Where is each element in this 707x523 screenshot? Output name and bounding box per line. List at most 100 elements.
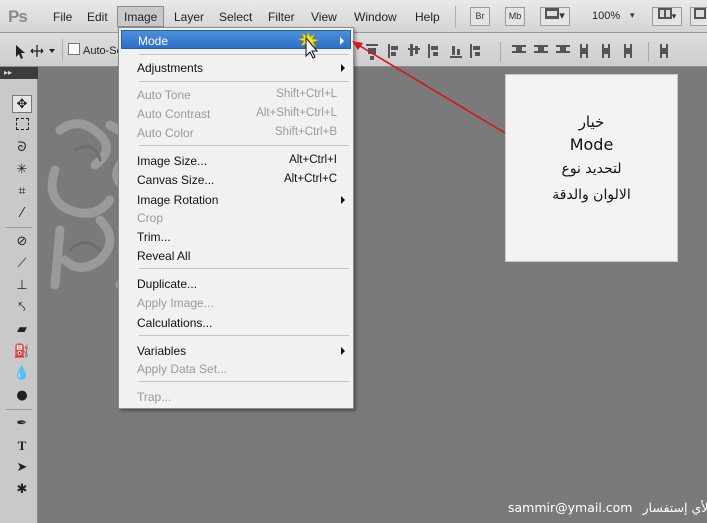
auto-select-checkbox[interactable]: Auto-Se (68, 43, 123, 57)
menu-view[interactable]: View (311, 10, 337, 24)
menu-separator (139, 381, 349, 382)
mouse-cursor-icon (297, 30, 320, 59)
menu-help[interactable]: Help (415, 10, 440, 24)
menu-layer[interactable]: Layer (174, 10, 204, 24)
menu-item-trap: Trap... (121, 387, 351, 406)
dodge-tool[interactable]: ● (12, 387, 32, 405)
custom-shape-tool[interactable]: ✱ (12, 481, 32, 499)
pen-tool[interactable]: ✒ (12, 415, 32, 433)
menu-item-shortcut: Alt+Shift+Ctrl+L (256, 107, 337, 119)
history-brush-icon: ⤣ (18, 300, 26, 315)
lasso-tool[interactable]: ᘐ (12, 139, 32, 157)
callout-line-4: الالوان والدقة (552, 187, 631, 203)
brush-icon: ⟋ (17, 256, 27, 271)
pen-icon: ✒ (16, 416, 28, 431)
move-tool[interactable]: ✥ (12, 95, 32, 113)
menu-item-trim[interactable]: Trim... (121, 227, 351, 246)
menu-item-label: Apply Image... (137, 296, 214, 310)
marquee-tool[interactable] (12, 117, 32, 135)
healing-brush-tool[interactable]: ⊘ (12, 233, 32, 251)
menu-item-label: Duplicate... (137, 277, 198, 291)
menu-item-label: Auto Tone (137, 88, 191, 102)
callout-line-3: لتحديد نوع (561, 161, 622, 177)
eyedropper-tool[interactable]: ⁄ (12, 205, 32, 223)
clone-stamp-tool[interactable]: ⊥ (12, 277, 32, 295)
path-selection-tool[interactable]: ➤ (12, 459, 32, 477)
submenu-arrow-icon (341, 196, 345, 204)
menu-item-canvas-size[interactable]: Canvas Size... Alt+Ctrl+C (121, 170, 351, 189)
shape-icon: ✱ (16, 482, 28, 497)
auto-select-label: Auto-Se (83, 45, 123, 57)
history-brush-tool[interactable]: ⤣ (12, 299, 32, 317)
menu-item-label: Apply Data Set... (137, 362, 228, 376)
menu-item-label: Reveal All (137, 249, 191, 263)
zoom-level[interactable]: 100% (592, 10, 620, 22)
menu-item-duplicate[interactable]: Duplicate... (121, 274, 351, 293)
annotation-callout: خيار Mode لتحديد نوع الالوان والدقة (505, 74, 678, 262)
menu-item-reveal-all[interactable]: Reveal All (121, 246, 351, 265)
contact-email: sammir@ymail.com (508, 500, 633, 515)
menu-edit[interactable]: Edit (87, 10, 108, 24)
menu-item-shortcut: Alt+Ctrl+I (289, 154, 337, 166)
menu-item-calculations[interactable]: Calculations... (121, 313, 351, 332)
eraser-tool[interactable]: ▰ (12, 321, 32, 339)
arrange-icon (657, 8, 672, 19)
menu-item-image-rotation[interactable]: Image Rotation (121, 190, 351, 209)
paint-bucket-tool[interactable]: ⛽ (12, 343, 32, 361)
photoshop-logo: Ps (8, 7, 28, 26)
menu-separator (139, 268, 349, 269)
image-menu-dropdown: Mode Adjustments Auto Tone Shift+Ctrl+L … (118, 27, 354, 409)
screen-mode-icon (694, 8, 706, 19)
tools-panel: ▸▸ ✥ ᘐ ✳ ⌗ ⁄ ⊘ ⟋ ⊥ ⤣ ▰ ⛽ 💧 ● ✒ T ➤ ✱ (0, 67, 38, 523)
menu-separator (139, 81, 349, 82)
tools-separator (6, 227, 32, 228)
zoom-dropdown-icon[interactable]: ▾ (630, 11, 635, 21)
menu-item-variables[interactable]: Variables (121, 341, 351, 360)
path-selection-icon: ➤ (16, 460, 28, 475)
tool-preset-picker[interactable] (8, 41, 58, 61)
blur-drop-icon: 💧 (13, 366, 31, 381)
menu-item-label: Trap... (137, 390, 172, 404)
menu-image[interactable]: Image (117, 6, 165, 27)
lasso-icon: ᘐ (17, 140, 27, 155)
quick-selection-tool[interactable]: ✳ (12, 161, 32, 179)
bridge-button[interactable]: Br (470, 7, 490, 26)
move-icon: ✥ (16, 97, 28, 112)
menu-item-shortcut: Shift+Ctrl+B (275, 126, 337, 138)
menu-item-adjustments[interactable]: Adjustments (121, 58, 351, 77)
arrange-documents-button[interactable]: ▾ (652, 7, 682, 26)
eraser-icon: ▰ (17, 322, 27, 337)
submenu-arrow-icon (341, 64, 345, 72)
menu-item-label: Crop (137, 211, 164, 225)
contact-footer: sammir@ymail.com لأي إستفسار (508, 500, 707, 515)
screen-mode-button[interactable] (690, 7, 707, 26)
move-tool-icon (16, 45, 55, 59)
bucket-icon: ⛽ (13, 344, 31, 359)
menubar-separator (455, 6, 456, 28)
menu-item-auto-tone: Auto Tone Shift+Ctrl+L (121, 85, 351, 104)
tools-panel-header[interactable]: ▸▸ (0, 67, 38, 79)
menu-item-auto-contrast: Auto Contrast Alt+Shift+Ctrl+L (121, 104, 351, 123)
menu-select[interactable]: Select (219, 10, 252, 24)
menu-window[interactable]: Window (354, 10, 397, 24)
menu-file[interactable]: File (53, 10, 72, 24)
menu-filter[interactable]: Filter (268, 10, 295, 24)
menu-item-label: Auto Contrast (137, 107, 211, 121)
type-tool[interactable]: T (12, 437, 32, 455)
menu-item-image-size[interactable]: Image Size... Alt+Ctrl+I (121, 151, 351, 170)
menu-item-label: Calculations... (137, 316, 213, 330)
blur-tool[interactable]: 💧 (12, 365, 32, 383)
checkbox-icon (68, 43, 80, 55)
menu-item-label: Trim... (137, 230, 171, 244)
brush-tool[interactable]: ⟋ (12, 255, 32, 273)
submenu-arrow-icon (340, 37, 344, 45)
mini-bridge-button[interactable]: Mb (505, 7, 525, 26)
menu-item-auto-color: Auto Color Shift+Ctrl+B (121, 123, 351, 142)
magic-wand-icon: ✳ (16, 162, 28, 177)
crop-tool[interactable]: ⌗ (12, 183, 32, 201)
menu-item-apply-image: Apply Image... (121, 293, 351, 312)
contact-label: لأي إستفسار (642, 500, 707, 515)
tools-separator (6, 409, 32, 410)
menu-item-label: Mode (138, 34, 169, 48)
view-extras-button[interactable]: ▾ (540, 7, 570, 26)
